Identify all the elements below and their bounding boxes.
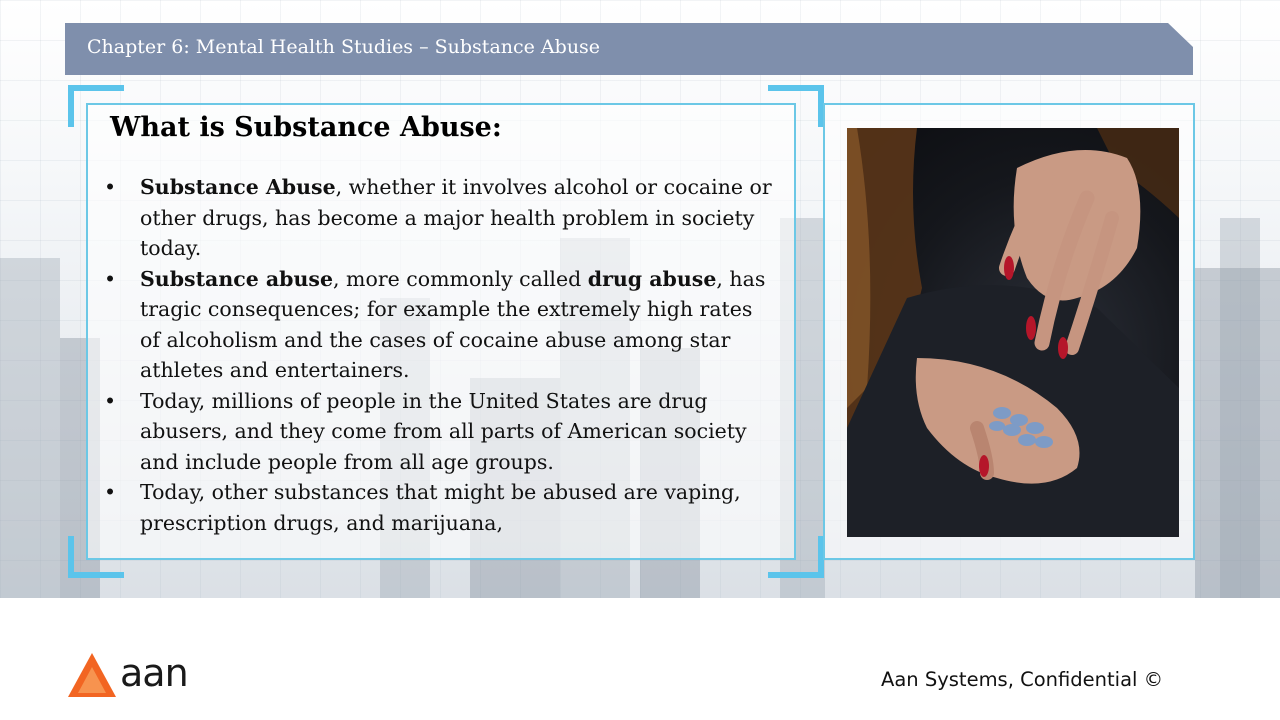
frame-corner-top-right [768,85,824,127]
bullet-item: • Today, millions of people in the United… [104,386,776,478]
logo-text: aan [120,651,189,695]
bullet-item: • Today, other substances that might be a… [104,477,776,538]
title-bar: Chapter 6: Mental Health Studies – Subst… [65,23,1193,75]
bullet-text: Today, millions of people in the United … [140,388,747,474]
bullet-dot: • [104,480,117,504]
bullet-bold: Substance abuse [140,266,334,291]
bullet-dot: • [104,388,117,413]
orange-triangle-logo-icon [68,653,116,697]
bullet-dot: • [104,175,117,199]
bullet-list: • Substance Abuse, whether it involves al… [104,172,776,538]
confidential-notice: Aan Systems, Confidential © [881,668,1164,691]
bullet-bold: drug abuse [587,266,717,291]
bullet-text: Today, other substances that might be ab… [140,480,741,535]
frame-corner-bottom-right [768,536,824,578]
bullet-item: • Substance Abuse, whether it involves al… [104,172,776,264]
bullet-dot: • [104,266,117,291]
content-heading: What is Substance Abuse: [110,112,502,143]
slide-title: Chapter 6: Mental Health Studies – Subst… [87,36,601,58]
bullet-bold: Substance Abuse [140,175,336,199]
hand-holding-pills-image [847,128,1179,537]
bullet-text: , more commonly called [333,266,588,291]
frame-corner-bottom-left [68,536,124,578]
bullet-item: • Substance abuse, more commonly called d… [104,264,776,386]
company-logo: aan [68,651,198,699]
